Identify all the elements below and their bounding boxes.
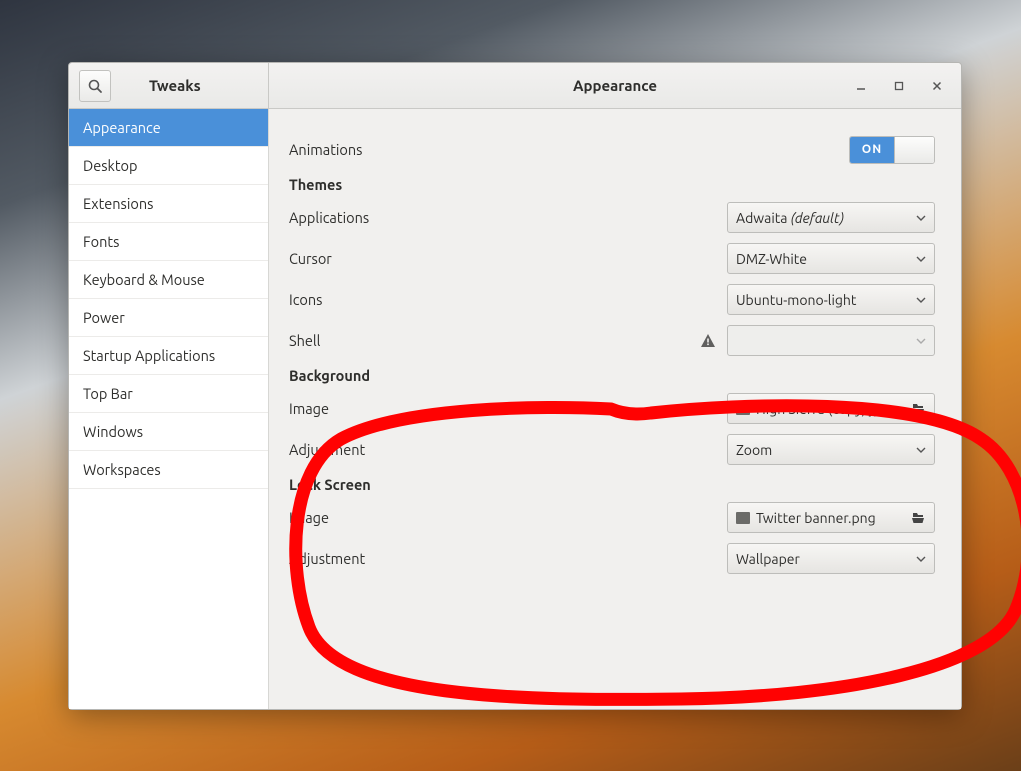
row-animations: Animations ON: [289, 129, 935, 170]
chevron-down-icon: [916, 336, 926, 346]
row-ls-image: Image Twitter banner.png: [289, 497, 935, 538]
label-shell: Shell: [289, 332, 529, 349]
lockscreen-image-chooser[interactable]: Twitter banner.png: [727, 502, 935, 533]
sidebar-item-desktop[interactable]: Desktop: [69, 147, 268, 185]
toggle-on-text: ON: [850, 137, 894, 163]
dropdown-value: Ubuntu-mono-light: [736, 292, 910, 308]
row-shell: Shell: [289, 320, 935, 361]
sidebar-item-label: Power: [83, 309, 125, 326]
maximize-button[interactable]: [881, 71, 917, 101]
label-applications: Applications: [289, 209, 529, 226]
sidebar-item-appearance[interactable]: Appearance: [69, 109, 268, 147]
chevron-down-icon: [916, 445, 926, 455]
open-icon: [910, 511, 926, 525]
window-controls: [843, 63, 955, 108]
sidebar-item-label: Top Bar: [83, 385, 133, 402]
sidebar-item-label: Appearance: [83, 119, 161, 136]
image-thumb-icon: [736, 512, 750, 524]
sidebar-item-startup-apps[interactable]: Startup Applications: [69, 337, 268, 375]
window-body: Appearance Desktop Extensions Fonts Keyb…: [69, 109, 961, 709]
sidebar-item-label: Windows: [83, 423, 143, 440]
row-icons: Icons Ubuntu-mono-light: [289, 279, 935, 320]
row-cursor: Cursor DMZ-White: [289, 238, 935, 279]
sidebar-item-label: Keyboard & Mouse: [83, 271, 205, 288]
sidebar-item-label: Startup Applications: [83, 347, 215, 364]
close-button[interactable]: [919, 71, 955, 101]
chevron-down-icon: [916, 254, 926, 264]
dropdown-value: Adwaita (default): [736, 210, 910, 226]
label-animations: Animations: [289, 141, 529, 158]
row-bg-adjust: Adjustment Zoom: [289, 429, 935, 470]
sidebar-item-fonts[interactable]: Fonts: [69, 223, 268, 261]
background-image-chooser[interactable]: High Sierra (copy).jpg: [727, 393, 935, 424]
titlebar-right: Appearance: [269, 63, 961, 108]
label-bg-image: Image: [289, 400, 529, 417]
chevron-down-icon: [916, 295, 926, 305]
chevron-down-icon: [916, 554, 926, 564]
section-background: Background: [289, 361, 935, 388]
dropdown-value: DMZ-White: [736, 251, 910, 267]
sidebar-item-label: Desktop: [83, 157, 137, 174]
icons-theme-dropdown[interactable]: Ubuntu-mono-light: [727, 284, 935, 315]
file-value: High Sierra (copy).jpg: [756, 401, 904, 417]
lockscreen-adjustment-dropdown[interactable]: Wallpaper: [727, 543, 935, 574]
content-panel: Animations ON Themes Applications Adwait…: [269, 109, 961, 709]
row-bg-image: Image High Sierra (copy).jpg: [289, 388, 935, 429]
dropdown-value: Zoom: [736, 442, 910, 458]
dropdown-value: Wallpaper: [736, 551, 910, 567]
panel-title: Appearance: [573, 77, 657, 94]
cursor-theme-dropdown[interactable]: DMZ-White: [727, 243, 935, 274]
maximize-icon: [893, 80, 905, 92]
sidebar-item-windows[interactable]: Windows: [69, 413, 268, 451]
label-icons: Icons: [289, 291, 529, 308]
chevron-down-icon: [916, 213, 926, 223]
open-icon: [910, 402, 926, 416]
sidebar-item-workspaces[interactable]: Workspaces: [69, 451, 268, 489]
applications-theme-dropdown[interactable]: Adwaita (default): [727, 202, 935, 233]
search-button[interactable]: [79, 70, 111, 102]
sidebar-item-extensions[interactable]: Extensions: [69, 185, 268, 223]
titlebar-left: Tweaks: [69, 63, 269, 108]
tweaks-window: Tweaks Appearance Appearance Desktop Ext…: [68, 62, 962, 710]
close-icon: [931, 80, 943, 92]
minimize-button[interactable]: [843, 71, 879, 101]
section-themes: Themes: [289, 170, 935, 197]
row-applications: Applications Adwaita (default): [289, 197, 935, 238]
section-lockscreen: Lock Screen: [289, 470, 935, 497]
sidebar: Appearance Desktop Extensions Fonts Keyb…: [69, 109, 269, 709]
sidebar-item-label: Fonts: [83, 233, 119, 250]
minimize-icon: [855, 80, 867, 92]
shell-theme-dropdown: [727, 325, 935, 356]
animations-toggle[interactable]: ON: [849, 136, 935, 164]
warning-icon: [699, 332, 717, 350]
label-cursor: Cursor: [289, 250, 529, 267]
file-value: Twitter banner.png: [756, 510, 904, 526]
sidebar-item-label: Extensions: [83, 195, 153, 212]
sidebar-item-label: Workspaces: [83, 461, 161, 478]
row-ls-adjust: Adjustment Wallpaper: [289, 538, 935, 579]
toggle-knob: [894, 137, 934, 163]
background-adjustment-dropdown[interactable]: Zoom: [727, 434, 935, 465]
sidebar-item-keyboard-mouse[interactable]: Keyboard & Mouse: [69, 261, 268, 299]
image-thumb-icon: [736, 403, 750, 415]
app-title: Tweaks: [121, 77, 268, 94]
titlebar: Tweaks Appearance: [69, 63, 961, 109]
label-ls-image: Image: [289, 509, 529, 526]
search-icon: [87, 78, 103, 94]
label-bg-adjust: Adjustment: [289, 441, 529, 458]
sidebar-item-top-bar[interactable]: Top Bar: [69, 375, 268, 413]
label-ls-adjust: Adjustment: [289, 550, 529, 567]
sidebar-item-power[interactable]: Power: [69, 299, 268, 337]
